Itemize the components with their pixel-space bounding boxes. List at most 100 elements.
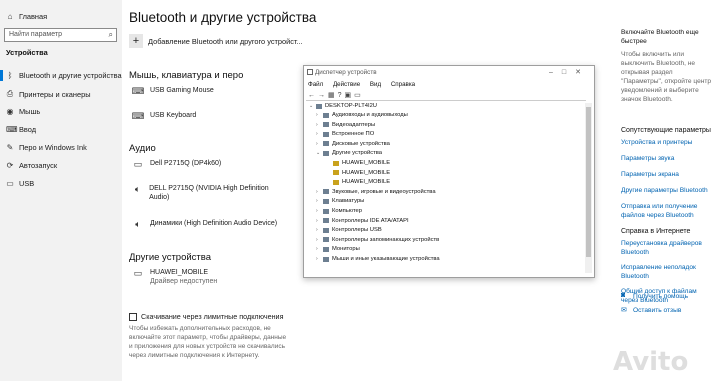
expand-icon[interactable]: › [316, 218, 323, 224]
device-row[interactable]: ▭ Dell P2715Q (DP4k60) [131, 159, 221, 169]
tree-category[interactable]: › Мониторы [316, 246, 360, 252]
expand-icon[interactable]: › [316, 189, 323, 195]
menu-file[interactable]: Файл [308, 81, 323, 88]
expand-icon[interactable]: › [316, 227, 323, 233]
tree-label: HUAWEI_MOBILE [342, 169, 391, 176]
menu-bar: Файл Действие Вид Справка [308, 81, 423, 88]
metered-download-checkbox[interactable]: Скачивание через лимитные подключения [129, 312, 283, 321]
tree-category[interactable]: › Контроллеры запоминающих устройств [316, 237, 439, 243]
forward-icon[interactable]: → [318, 92, 328, 99]
link-more-bluetooth[interactable]: Другие параметры Bluetooth [621, 186, 713, 195]
device-category-icon [323, 237, 329, 243]
menu-action[interactable]: Действие [333, 81, 360, 88]
computer-icon [316, 103, 322, 109]
link-fix-bluetooth[interactable]: Исправление неполадок Bluetooth [621, 263, 713, 281]
close-icon[interactable]: ✕ [575, 69, 590, 76]
tree-category[interactable]: ⌄ Другие устройства [316, 150, 382, 156]
feedback-link[interactable]: Оставить отзыв [633, 306, 720, 315]
collapse-icon[interactable]: ⌄ [309, 103, 316, 109]
device-category-icon [323, 141, 329, 147]
device-row[interactable]: ⌨ USB Keyboard [131, 111, 197, 121]
mouse-icon: ◉ [6, 107, 14, 116]
tree-category[interactable]: › Дисковые устройства [316, 141, 390, 147]
sidebar-item-pen[interactable]: ✎ Перо и Windows Ink [6, 143, 87, 152]
search-input[interactable]: Найти параметр ⌕ [4, 28, 117, 42]
minimize-icon[interactable]: – [549, 69, 562, 76]
scrollbar[interactable] [585, 103, 592, 273]
link-devices-printers[interactable]: Устройства и принтеры [621, 138, 713, 147]
tree-category[interactable]: › Компьютер [316, 208, 362, 214]
sidebar-item-label: Перо и Windows Ink [19, 143, 87, 152]
tree-device-item[interactable]: HUAWEI_MOBILE [326, 170, 390, 176]
scrollbar-thumb[interactable] [586, 107, 591, 257]
add-device-button[interactable]: + Добавление Bluetooth или другого устро… [129, 34, 303, 48]
scan-icon[interactable]: ▣ [345, 92, 355, 99]
tree-label: Клавиатуры [332, 198, 365, 205]
device-row[interactable]: 🔈︎ DELL P2715Q (NVIDIA High Definition A… [131, 184, 281, 202]
plus-icon: + [129, 34, 143, 48]
tree-device-item[interactable]: HUAWEI_MOBILE [326, 160, 390, 166]
device-row[interactable]: 🔈︎ Динамики (High Definition Audio Devic… [131, 219, 277, 229]
tree-label: Мониторы [332, 246, 360, 253]
sidebar-item-usb[interactable]: ▭ USB [6, 179, 34, 188]
device-row[interactable]: ▭ HUAWEI_MOBILE Драйвер недоступен [131, 268, 218, 286]
sidebar-item-label: Принтеры и сканеры [19, 89, 91, 99]
sidebar-item-printers[interactable]: ⎙ Принтеры и сканеры [6, 89, 91, 99]
window-controls[interactable]: –□✕ [549, 68, 590, 76]
speaker-icon: 🔈︎ [135, 219, 141, 229]
properties-icon[interactable]: ▦ [328, 92, 338, 99]
tree-category[interactable]: › Контроллеры IDE ATA/ATAPI [316, 218, 409, 224]
section-other-devices: Другие устройства [129, 252, 211, 263]
menu-view[interactable]: Вид [370, 81, 381, 88]
sidebar-item-bluetooth[interactable]: ᛒ Bluetooth и другие устройства [6, 71, 122, 80]
back-icon[interactable]: ← [308, 92, 318, 99]
expand-icon[interactable]: › [316, 208, 323, 214]
tree-category[interactable]: › Контроллеры USB [316, 227, 382, 233]
tree-category[interactable]: › Звуковые, игровые и видеоустройства [316, 189, 436, 195]
sidebar-item-typing[interactable]: ⌨ Ввод [6, 125, 36, 134]
device-row[interactable]: ⌨ USB Gaming Mouse [131, 86, 214, 96]
sidebar-home[interactable]: ⌂ Главная [6, 12, 48, 21]
tree-category[interactable]: › Аудиовходы и аудиовыходы [316, 112, 408, 118]
help-icon[interactable]: ? [338, 92, 345, 99]
toolbar: ←→▦?▣▭ [308, 91, 364, 99]
menu-help[interactable]: Справка [391, 81, 415, 88]
link-reinstall-drivers[interactable]: Переустановка драйверов Bluetooth [621, 239, 713, 257]
link-sound-settings[interactable]: Параметры звука [621, 154, 713, 163]
tree-label: Компьютер [332, 208, 363, 214]
monitor-icon: ▭ [133, 159, 143, 169]
link-send-receive-bluetooth[interactable]: Отправка или получение файлов через Blue… [621, 202, 713, 220]
get-help-link[interactable]: Получить помощь [633, 292, 720, 301]
tree-category[interactable]: › Клавиатуры [316, 198, 364, 204]
expand-icon[interactable]: › [316, 198, 323, 204]
tree-root[interactable]: ⌄ DESKTOP-PLT4I2U [309, 103, 377, 109]
expand-icon[interactable]: › [316, 141, 323, 147]
expand-icon[interactable]: › [316, 256, 323, 262]
maximize-icon[interactable]: □ [562, 69, 575, 76]
expand-icon[interactable]: › [316, 131, 323, 137]
tree-label: Звуковые, игровые и видеоустройства [332, 188, 436, 195]
device-name: Dell P2715Q (DP4k60) [150, 160, 222, 167]
sidebar-item-mouse[interactable]: ◉ Мышь [6, 107, 41, 116]
expand-icon[interactable]: › [316, 237, 323, 243]
expand-icon[interactable]: › [316, 246, 323, 252]
monitor-icon[interactable]: ▭ [354, 92, 364, 99]
expand-icon[interactable]: › [316, 112, 323, 118]
tree-category[interactable]: › Видеоадаптеры [316, 122, 375, 128]
warning-device-icon [333, 170, 339, 176]
link-display-settings[interactable]: Параметры экрана [621, 170, 713, 179]
checkbox-box[interactable] [129, 312, 137, 321]
collapse-icon[interactable]: ⌄ [316, 150, 323, 156]
tree-category[interactable]: › Мыши и иные указывающие устройства [316, 256, 440, 262]
tree-label: Контроллеры USB [332, 227, 382, 234]
expand-icon[interactable]: › [316, 122, 323, 128]
tree-device-item[interactable]: HUAWEI_MOBILE [326, 179, 390, 185]
search-icon[interactable]: ⌕ [109, 30, 113, 40]
tree-category[interactable]: › Встроенное ПО [316, 131, 374, 137]
autoplay-icon: ⟳ [6, 161, 14, 170]
device-manager-window[interactable]: Диспетчер устройств –□✕ Файл Действие Ви… [303, 65, 595, 278]
device-name: HUAWEI_MOBILE [150, 269, 209, 276]
sidebar-item-label: USB [19, 179, 35, 188]
sidebar-item-autoplay[interactable]: ⟳ Автозапуск [6, 161, 57, 170]
page-title: Bluetooth и другие устройства [129, 10, 317, 25]
